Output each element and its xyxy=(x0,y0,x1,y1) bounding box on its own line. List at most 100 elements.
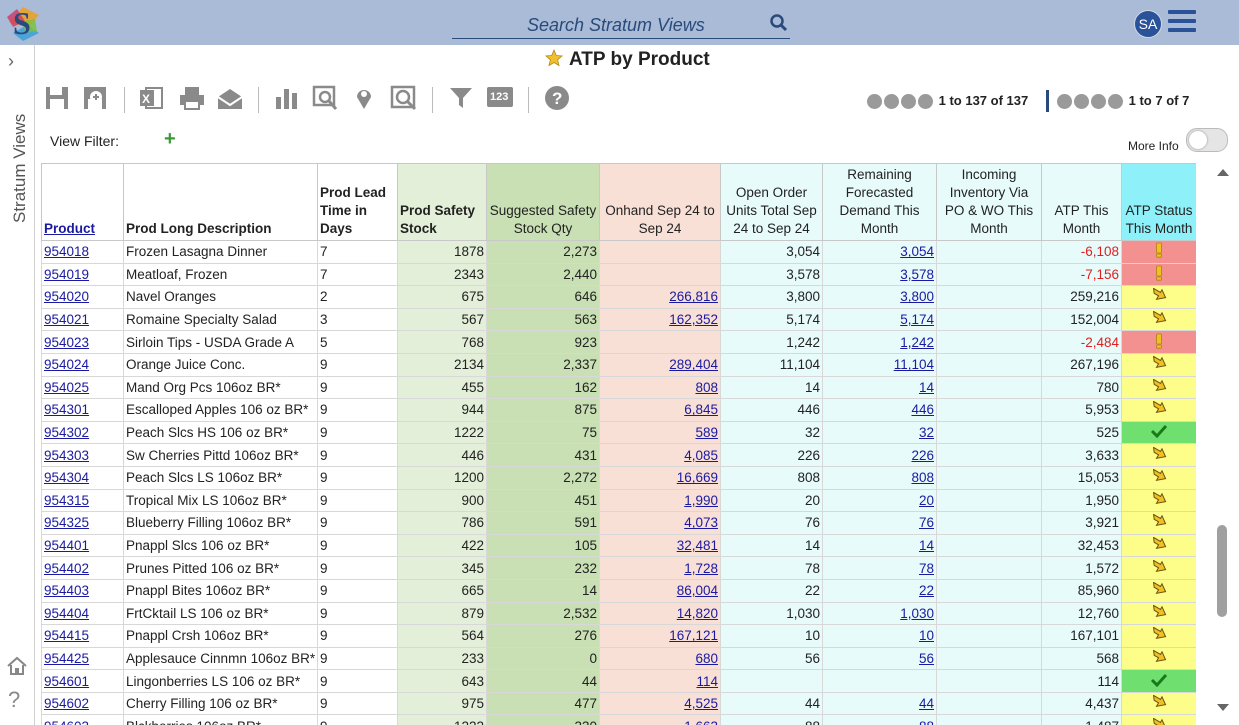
onhand-cell[interactable]: 1,663 xyxy=(599,714,721,725)
product-cell[interactable]: 954025 xyxy=(41,375,124,400)
home-icon[interactable] xyxy=(6,655,28,682)
product-cell[interactable]: 954302 xyxy=(41,420,124,445)
onhand-cell[interactable]: 4,073 xyxy=(599,511,721,535)
product-link[interactable]: 954301 xyxy=(44,402,89,417)
onhand-link[interactable]: 6,845 xyxy=(684,402,718,417)
remaining-demand-link[interactable]: 88 xyxy=(919,719,934,725)
onhand-cell[interactable] xyxy=(599,330,721,354)
product-link[interactable]: 954024 xyxy=(44,357,89,372)
product-cell[interactable]: 954402 xyxy=(41,556,124,580)
onhand-link[interactable]: 4,085 xyxy=(684,448,718,463)
onhand-cell[interactable]: 4,085 xyxy=(599,443,721,467)
product-link[interactable]: 954018 xyxy=(44,244,89,259)
remaining-demand-cell[interactable] xyxy=(822,669,937,693)
last-row-page-icon[interactable] xyxy=(918,94,933,110)
help-circle-icon[interactable]: ? xyxy=(544,85,570,116)
prev-col-page-icon[interactable] xyxy=(1074,94,1089,110)
col-header-suggested-safety-stock[interactable]: Suggested Safety Stock Qty xyxy=(486,163,600,241)
product-link[interactable]: 954404 xyxy=(44,606,89,621)
remaining-demand-link[interactable]: 3,578 xyxy=(900,267,934,282)
onhand-cell[interactable]: 167,121 xyxy=(599,624,721,648)
bar-chart-icon[interactable] xyxy=(274,85,300,116)
remaining-demand-cell[interactable]: 14 xyxy=(822,375,937,400)
remaining-demand-link[interactable]: 76 xyxy=(919,515,934,530)
onhand-cell[interactable]: 289,404 xyxy=(599,352,721,377)
onhand-cell[interactable]: 4,525 xyxy=(599,691,721,716)
product-cell[interactable]: 954401 xyxy=(41,533,124,558)
remaining-demand-link[interactable]: 446 xyxy=(911,402,934,417)
product-link[interactable]: 954402 xyxy=(44,561,89,576)
product-cell[interactable]: 954301 xyxy=(41,398,124,422)
onhand-cell[interactable]: 808 xyxy=(599,375,721,400)
onhand-cell[interactable] xyxy=(599,262,721,287)
remaining-demand-cell[interactable]: 3,054 xyxy=(822,240,937,264)
scroll-up-icon[interactable] xyxy=(1212,165,1234,179)
onhand-link[interactable]: 680 xyxy=(695,651,718,666)
vertical-scrollbar[interactable] xyxy=(1212,163,1234,725)
remaining-demand-cell[interactable]: 22 xyxy=(822,578,937,603)
onhand-link[interactable]: 86,004 xyxy=(677,583,718,598)
remaining-demand-cell[interactable]: 44 xyxy=(822,691,937,716)
stratum-logo[interactable]: S xyxy=(3,3,45,43)
product-cell[interactable]: 954024 xyxy=(41,352,124,377)
product-link[interactable]: 954415 xyxy=(44,628,89,643)
remaining-demand-cell[interactable]: 10 xyxy=(822,624,937,648)
col-header-atp-status[interactable]: ATP Status This Month xyxy=(1121,163,1196,241)
remaining-demand-cell[interactable]: 1,242 xyxy=(822,330,937,354)
remaining-demand-cell[interactable]: 78 xyxy=(822,556,937,580)
onhand-cell[interactable]: 32,481 xyxy=(599,533,721,558)
onhand-link[interactable]: 114 xyxy=(696,674,718,689)
remaining-demand-link[interactable]: 3,800 xyxy=(900,289,934,304)
remaining-demand-link[interactable]: 10 xyxy=(919,628,934,643)
remaining-demand-link[interactable]: 32 xyxy=(919,425,934,440)
product-link[interactable]: 954315 xyxy=(44,493,89,508)
product-link[interactable]: 954304 xyxy=(44,470,89,485)
onhand-link[interactable]: 266,816 xyxy=(669,289,718,304)
product-link[interactable]: 954403 xyxy=(44,583,89,598)
product-link[interactable]: 954425 xyxy=(44,651,89,666)
drill-view-icon[interactable] xyxy=(312,85,340,116)
remaining-demand-link[interactable]: 14 xyxy=(919,538,934,553)
product-link[interactable]: 954302 xyxy=(44,425,89,440)
onhand-link[interactable]: 16,669 xyxy=(677,470,718,485)
col-header-description[interactable]: Prod Long Description xyxy=(123,163,318,241)
remaining-demand-cell[interactable]: 88 xyxy=(822,714,937,725)
product-link[interactable]: 954325 xyxy=(44,515,89,530)
product-link[interactable]: 954019 xyxy=(44,267,89,282)
onhand-cell[interactable]: 114 xyxy=(599,669,721,693)
user-avatar[interactable]: SA xyxy=(1134,10,1162,38)
remaining-demand-link[interactable]: 22 xyxy=(919,583,934,598)
expand-chevron-icon[interactable]: › xyxy=(8,51,14,72)
remaining-demand-link[interactable]: 1,030 xyxy=(900,606,934,621)
product-cell[interactable]: 954325 xyxy=(41,511,124,535)
remaining-demand-cell[interactable]: 11,104 xyxy=(822,352,937,377)
remaining-demand-link[interactable]: 56 xyxy=(919,651,934,666)
remaining-demand-link[interactable]: 5,174 xyxy=(900,312,934,327)
add-filter-button[interactable]: + xyxy=(164,128,176,151)
product-cell[interactable]: 954023 xyxy=(41,330,124,354)
remaining-demand-cell[interactable]: 5,174 xyxy=(822,307,937,332)
onhand-link[interactable]: 808 xyxy=(695,380,718,395)
col-header-onhand[interactable]: Onhand Sep 24 to Sep 24 xyxy=(599,163,721,241)
remaining-demand-link[interactable]: 3,054 xyxy=(900,244,934,259)
onhand-cell[interactable] xyxy=(599,240,721,264)
col-header-atp[interactable]: ATP This Month xyxy=(1041,163,1122,241)
number-format-icon[interactable]: 123 xyxy=(486,85,514,116)
remaining-demand-link[interactable]: 44 xyxy=(919,696,934,711)
remaining-demand-link[interactable]: 11,104 xyxy=(894,357,934,372)
excel-export-icon[interactable]: X xyxy=(138,85,164,116)
onhand-link[interactable]: 289,404 xyxy=(669,357,718,372)
onhand-link[interactable]: 1,663 xyxy=(684,719,718,725)
remaining-demand-link[interactable]: 226 xyxy=(911,448,934,463)
sidebar-title[interactable]: Stratum Views xyxy=(10,114,30,223)
product-cell[interactable]: 954021 xyxy=(41,307,124,332)
product-link[interactable]: 954303 xyxy=(44,448,89,463)
product-link[interactable]: 954020 xyxy=(44,289,89,304)
product-link[interactable]: 954602 xyxy=(44,696,89,711)
product-link[interactable]: 954025 xyxy=(44,380,89,395)
search-view-icon[interactable] xyxy=(390,85,418,116)
onhand-link[interactable]: 589 xyxy=(695,425,718,440)
hamburger-icon[interactable] xyxy=(1168,10,1196,36)
onhand-link[interactable]: 32,481 xyxy=(677,538,718,553)
product-link[interactable]: 954603 xyxy=(44,719,89,725)
